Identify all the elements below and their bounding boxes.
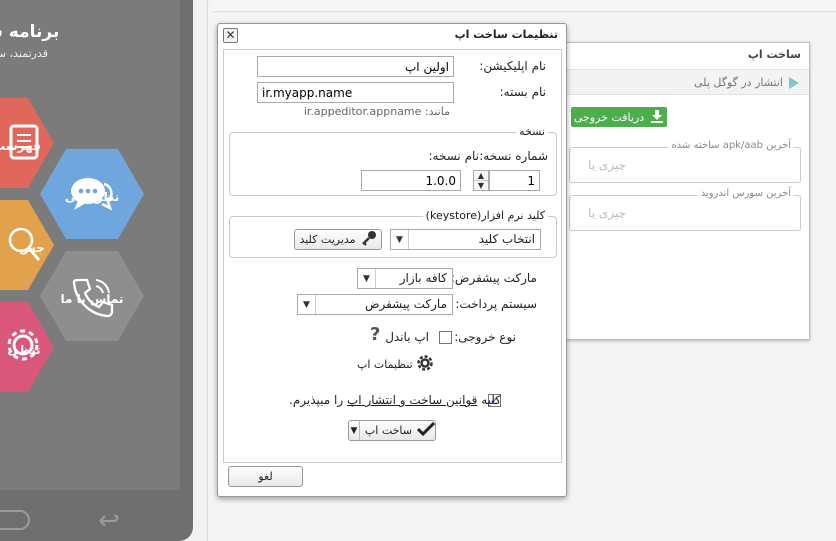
terms-suffix: را میپذیرم. — [289, 393, 344, 407]
manage-key-label: مدیریت کلید — [299, 233, 356, 246]
chevron-down-icon: ▼ — [391, 230, 409, 249]
checkmark-icon — [416, 421, 436, 439]
phone-nav-bar — [0, 498, 193, 541]
help-icon[interactable]: ? — [370, 324, 380, 345]
last-apk-fieldset: آخرین apk/aab ساخته شده چیزی یا — [569, 140, 801, 183]
package-hint: مانند: ir.appeditor.appname — [303, 105, 450, 118]
tile-settings[interactable]: تنظی — [0, 302, 54, 392]
package-name-label: نام بسته: — [499, 85, 546, 99]
terms-link[interactable]: قوانین ساخت و انتشار اپ — [347, 393, 477, 407]
close-icon[interactable]: ✕ — [223, 28, 238, 43]
app-bundle-checkbox[interactable] — [439, 331, 452, 344]
stepper-up-icon[interactable]: ▲ — [474, 171, 488, 181]
default-market-select[interactable]: کافه بازار ▼ — [357, 268, 453, 289]
key-icon — [361, 230, 377, 249]
tile-list[interactable]: فهرست — [0, 98, 54, 188]
package-name-input[interactable] — [257, 82, 454, 103]
last-source-empty: چیزی یا — [588, 206, 626, 220]
download-icon — [650, 109, 664, 126]
chevron-down-icon: ▼ — [298, 295, 316, 314]
app-name-label: نام اپلیکیشن: — [479, 59, 546, 73]
dialog-body: نام اپلیکیشن: نام بسته: مانند: ir.appedi… — [223, 49, 562, 463]
publish-google-play-row[interactable]: انتشار در گوگل پلی — [561, 69, 809, 95]
terms-text: کلیه قوانین ساخت و انتشار اپ را میپذیرم. — [289, 393, 501, 407]
editor-toolbar-row — [213, 0, 836, 12]
chevron-down-icon[interactable]: ▼ — [349, 421, 360, 440]
app-name-input[interactable] — [257, 56, 454, 77]
back-arrow-icon[interactable]: ↩ — [98, 506, 120, 536]
manage-key-button[interactable]: مدیریت کلید — [294, 229, 382, 250]
download-label: دریافت خروجی — [573, 110, 645, 124]
build-app-panel: ساخت اپ انتشار در گوگل پلی دریافت خروجی … — [560, 42, 810, 340]
version-name-input[interactable] — [361, 170, 461, 191]
phone-app-subtitle: قدرتمند، س — [0, 47, 48, 60]
cancel-button[interactable]: لغو — [228, 466, 303, 487]
play-store-icon — [789, 77, 799, 89]
tile-search[interactable]: جس — [0, 200, 54, 290]
payment-system-value: مارکت پیشفرض — [364, 297, 447, 311]
default-market-label: مارکت پیشفرض: — [450, 271, 537, 285]
app-bundle-label: اپ باندل — [385, 330, 429, 344]
stepper-down-icon[interactable]: ▼ — [474, 181, 488, 190]
tile-feedback-label: نظر دهی — [64, 190, 120, 204]
terms-prefix: کلیه — [481, 393, 501, 407]
app-settings-link[interactable]: تنظیمات اپ — [357, 355, 433, 374]
version-number-input[interactable] — [489, 170, 540, 191]
tile-settings-label: تنظی — [7, 343, 41, 357]
keystore-group-legend: کلید نرم افزار(keystore) — [422, 209, 548, 222]
app-settings-label: تنظیمات اپ — [357, 358, 413, 371]
output-type-label: نوع خروجی: — [454, 330, 516, 344]
version-group: نسخه شماره نسخه: نام نسخه: ▲ ▼ — [229, 125, 557, 196]
last-source-legend: آخرین سورس اندروید — [697, 188, 794, 199]
keystore-group: کلید نرم افزار(keystore) انتخاب کلید ▼ م… — [229, 209, 557, 258]
dialog-title: تنظیمات ساخت اپ — [454, 28, 558, 41]
gear-icon — [416, 355, 433, 374]
keystore-select-value: انتخاب کلید — [478, 232, 535, 246]
version-group-legend: نسخه — [516, 125, 548, 138]
last-source-fieldset: آخرین سورس اندروید چیزی یا — [569, 188, 801, 231]
build-app-label: ساخت اپ — [364, 424, 412, 437]
chevron-down-icon: ▼ — [358, 269, 376, 288]
payment-system-label: سیستم پرداخت: — [455, 297, 537, 311]
tile-search-label: جس — [19, 241, 45, 255]
version-name-label: نام نسخه: — [428, 149, 479, 163]
tile-contact-label: تماس با ما — [60, 292, 124, 306]
tile-contact[interactable]: تماس با ما — [40, 251, 144, 341]
last-apk-legend: آخرین apk/aab ساخته شده — [668, 140, 794, 151]
download-output-button[interactable]: دریافت خروجی — [571, 107, 667, 127]
default-market-value: کافه بازار — [399, 271, 447, 285]
build-app-button[interactable]: ساخت اپ ▼ — [348, 420, 436, 441]
phone-screen: برنامه ساز قدرتمند، س فهرست نظر دهی — [0, 0, 180, 490]
publish-label: انتشار در گوگل پلی — [694, 76, 783, 89]
version-number-label: شماره نسخه: — [479, 149, 548, 163]
last-apk-empty: چیزی یا — [588, 158, 626, 172]
home-pill[interactable] — [0, 510, 30, 530]
build-panel-title: ساخت اپ — [747, 48, 801, 61]
version-number-stepper[interactable]: ▲ ▼ — [473, 170, 489, 191]
build-settings-dialog: تنظیمات ساخت اپ ✕ نام اپلیکیشن: نام بسته… — [217, 23, 567, 497]
payment-system-select[interactable]: مارکت پیشفرض ▼ — [297, 294, 453, 315]
phone-preview: برنامه ساز قدرتمند، س فهرست نظر دهی — [0, 0, 193, 541]
phone-app-title: برنامه ساز — [0, 22, 60, 42]
tile-list-label: فهرست — [0, 139, 41, 153]
keystore-select[interactable]: انتخاب کلید ▼ — [390, 229, 541, 250]
tile-feedback[interactable]: نظر دهی — [40, 149, 144, 239]
